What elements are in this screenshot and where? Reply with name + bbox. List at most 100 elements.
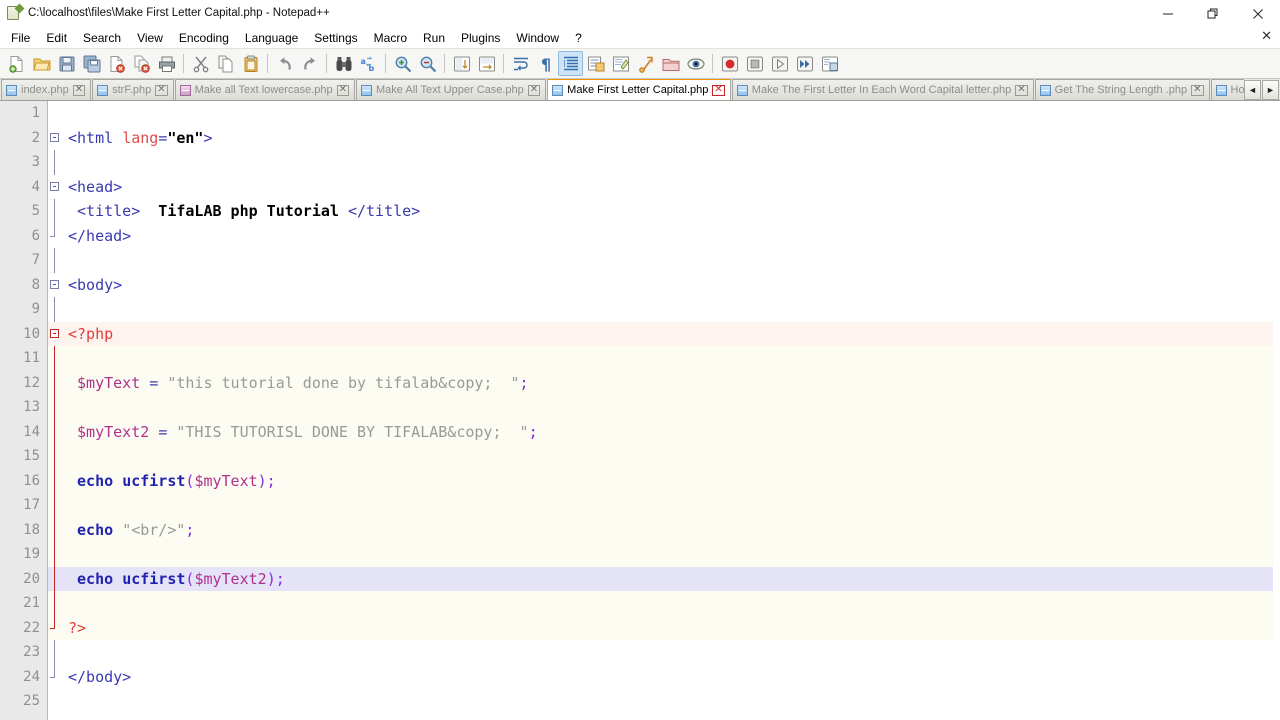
code-line[interactable]: <?php	[62, 321, 1280, 346]
tab-close-icon[interactable]: ✕	[1191, 84, 1204, 96]
code-line[interactable]	[62, 297, 1280, 322]
code-line[interactable]: <html lang="en">	[62, 126, 1280, 151]
menu-item-file[interactable]: File	[5, 29, 38, 47]
code-line[interactable]	[62, 591, 1280, 616]
code-line[interactable]	[62, 150, 1280, 175]
menu-item-help[interactable]: ?	[567, 29, 590, 47]
tab-scroll-left-button[interactable]: ◄	[1244, 80, 1261, 100]
code-line[interactable]: </body>	[62, 665, 1280, 690]
fold-marker[interactable]	[48, 175, 62, 200]
code-line[interactable]	[62, 640, 1280, 665]
toolbar-button-play-macro[interactable]	[767, 51, 792, 76]
code-line[interactable]	[62, 395, 1280, 420]
toolbar-button-word-wrap[interactable]	[508, 51, 533, 76]
fold-marker[interactable]	[48, 370, 62, 395]
close-document-button[interactable]: ✕	[1261, 29, 1272, 43]
toolbar-button-save-all[interactable]	[79, 51, 104, 76]
fold-marker[interactable]	[48, 321, 62, 346]
toolbar-button-function-list[interactable]	[633, 51, 658, 76]
menu-item-encoding[interactable]: Encoding	[171, 29, 237, 47]
menu-item-settings[interactable]: Settings	[306, 29, 365, 47]
tab-make-the-first-letter-in-each-word-capital-letter-php[interactable]: Make The First Letter In Each Word Capit…	[731, 79, 1034, 100]
tab-make-first-letter-capital-php[interactable]: Make First Letter Capital.php ✕	[547, 79, 731, 100]
toolbar-button-find[interactable]	[331, 51, 356, 76]
code-line[interactable]	[62, 346, 1280, 371]
tab-close-icon[interactable]: ✕	[336, 84, 350, 96]
code-line[interactable]: echo "<br/>";	[62, 517, 1280, 542]
code-line[interactable]: $myText2 = "THIS TUTORISL DONE BY TIFALA…	[62, 419, 1280, 444]
fold-marker[interactable]	[48, 199, 62, 224]
fold-marker[interactable]	[48, 395, 62, 420]
toolbar-button-redo[interactable]	[297, 51, 322, 76]
toolbar-button-show-indent-guide[interactable]	[558, 51, 583, 76]
fold-marker[interactable]	[48, 444, 62, 469]
fold-marker[interactable]	[48, 273, 62, 298]
fold-marker[interactable]	[48, 468, 62, 493]
toolbar-button-monitoring[interactable]	[683, 51, 708, 76]
toolbar-button-stop-recording[interactable]	[742, 51, 767, 76]
toolbar-button-close-file[interactable]	[104, 51, 129, 76]
code-line[interactable]	[62, 101, 1280, 126]
toolbar-button-document-map[interactable]	[608, 51, 633, 76]
menu-item-search[interactable]: Search	[75, 29, 129, 47]
tab-close-icon[interactable]: ✕	[72, 84, 86, 96]
code-line[interactable]: ?>	[62, 615, 1280, 640]
toolbar-button-run-macro-multiple[interactable]	[792, 51, 817, 76]
close-button[interactable]	[1235, 0, 1280, 27]
editor-area[interactable]: 1 2 3 4 5 6 7 8 9 10 11 12 13 14 15 16 17 18 19 20 21 22 23 24 2…	[0, 101, 1280, 720]
minimize-button[interactable]	[1145, 0, 1190, 27]
menu-item-language[interactable]: Language	[237, 29, 306, 47]
toolbar-button-sync-horizontal-scroll[interactable]	[474, 51, 499, 76]
toolbar-button-copy[interactable]	[213, 51, 238, 76]
tab-close-icon[interactable]: ✕	[1015, 84, 1028, 96]
toolbar-button-undo[interactable]	[272, 51, 297, 76]
fold-marker[interactable]	[48, 346, 62, 371]
tab-make-all-text-lowercase-php[interactable]: Make all Text lowercase.php ✕	[174, 79, 356, 100]
code-line[interactable]: $myText = "this tutorial done by tifalab…	[62, 370, 1280, 395]
menu-item-view[interactable]: View	[129, 29, 171, 47]
tab-close-icon[interactable]: ✕	[712, 84, 725, 96]
tab-make-all-text-upper-case-php[interactable]: Make All Text Upper Case.php ✕	[356, 79, 547, 100]
code-folding-margin[interactable]	[48, 101, 62, 720]
tab-close-icon[interactable]: ✕	[527, 84, 541, 96]
code-line[interactable]: <title> TifaLAB php Tutorial </title>	[62, 199, 1280, 224]
fold-marker[interactable]	[48, 640, 62, 665]
code-line[interactable]	[62, 493, 1280, 518]
fold-marker[interactable]	[48, 689, 62, 714]
toolbar-button-zoom-in[interactable]	[390, 51, 415, 76]
toolbar-button-cut[interactable]	[188, 51, 213, 76]
toolbar-button-close-all[interactable]	[129, 51, 154, 76]
fold-marker[interactable]	[48, 517, 62, 542]
fold-marker[interactable]	[48, 542, 62, 567]
toolbar-button-replace[interactable]: ab	[356, 51, 381, 76]
code-line[interactable]: echo ucfirst($myText2);	[62, 566, 1280, 591]
menu-item-window[interactable]: Window	[508, 29, 567, 47]
tab-close-icon[interactable]: ✕	[155, 84, 168, 96]
toolbar-button-save-file[interactable]	[54, 51, 79, 76]
menu-item-edit[interactable]: Edit	[38, 29, 75, 47]
fold-marker[interactable]	[48, 248, 62, 273]
code-line[interactable]	[62, 444, 1280, 469]
fold-marker[interactable]	[48, 223, 62, 249]
tab-index-php[interactable]: index.php ✕	[1, 79, 92, 100]
code-line[interactable]	[62, 689, 1280, 714]
toolbar-button-zoom-out[interactable]	[415, 51, 440, 76]
fold-marker[interactable]	[48, 493, 62, 518]
code-line[interactable]	[62, 248, 1280, 273]
code-line[interactable]: <head>	[62, 175, 1280, 200]
toolbar-button-save-macro[interactable]	[817, 51, 842, 76]
toolbar-button-paste[interactable]	[238, 51, 263, 76]
tab-get-the-string-length-php[interactable]: Get The String Length .php ✕	[1034, 79, 1210, 100]
code-line[interactable]: <body>	[62, 273, 1280, 298]
menu-item-run[interactable]: Run	[415, 29, 453, 47]
toolbar-button-user-defined-dialog[interactable]	[583, 51, 608, 76]
toolbar-button-new-file[interactable]	[4, 51, 29, 76]
fold-marker[interactable]	[48, 591, 62, 616]
toolbar-button-show-all-characters[interactable]: ¶	[533, 51, 558, 76]
code-line[interactable]: </head>	[62, 224, 1280, 249]
fold-marker[interactable]	[48, 419, 62, 444]
fold-marker[interactable]	[48, 615, 62, 640]
code-text-area[interactable]: I <html lang="en"> <head> <title> TifaLA…	[62, 101, 1280, 720]
toolbar-button-open-file[interactable]	[29, 51, 54, 76]
fold-marker[interactable]	[48, 150, 62, 175]
